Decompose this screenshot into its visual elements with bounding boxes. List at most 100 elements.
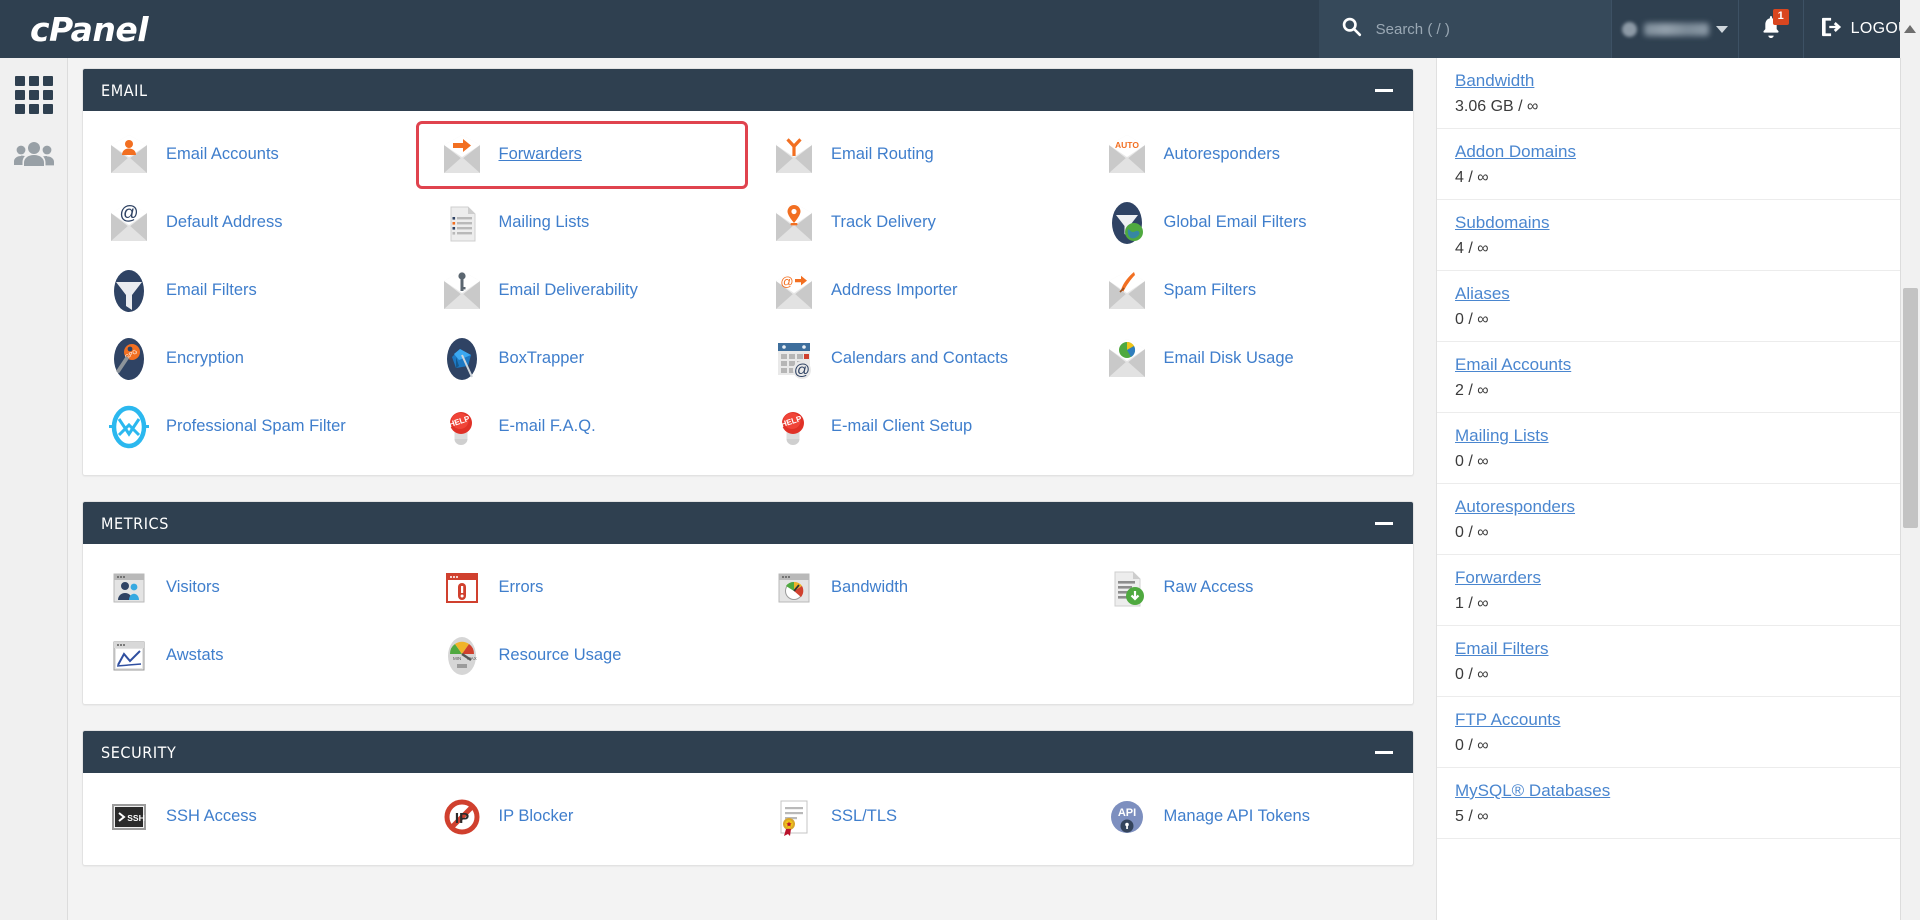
stat-label[interactable]: Forwarders <box>1455 568 1882 588</box>
tile-label: Email Filters <box>166 281 257 300</box>
section-panel-email: EMAIL Email Accounts Forwarders Email Ro… <box>82 68 1414 476</box>
tile-autoresponders[interactable]: AUTO Autoresponders <box>1081 121 1414 189</box>
tile-spam-filters[interactable]: Spam Filters <box>1081 257 1414 325</box>
sidebar-item-user-manager[interactable] <box>12 140 56 173</box>
user-manager-icon <box>13 140 54 173</box>
tile-label: Autoresponders <box>1163 145 1281 164</box>
svg-text:MAX: MAX <box>467 656 477 661</box>
tile-errors[interactable]: Errors <box>416 554 749 622</box>
stat-row: Addon Domains 4 / ∞ <box>1437 129 1900 200</box>
stat-value: 0 / ∞ <box>1455 666 1489 683</box>
page-scrollbar[interactable] <box>1900 58 1920 920</box>
stat-value: 4 / ∞ <box>1455 240 1489 257</box>
tile-label: Encryption <box>166 349 244 368</box>
stat-value: 3.06 GB / ∞ <box>1455 98 1539 115</box>
tile-e-mail-client-setup[interactable]: HELP E-mail Client Setup <box>748 393 1081 461</box>
tile-ip-blocker[interactable]: IP IP Blocker <box>416 783 749 851</box>
search-input[interactable]: Search ( / ) <box>1376 21 1450 38</box>
tile-bandwidth[interactable]: Bandwidth <box>748 554 1081 622</box>
list-document-icon <box>438 199 486 247</box>
bandwidth-gauge-icon <box>770 564 818 612</box>
collapse-section-button[interactable] <box>1375 88 1393 92</box>
avatar <box>1621 21 1637 37</box>
tile-email-accounts[interactable]: Email Accounts <box>83 121 416 189</box>
tile-encryption[interactable]: GPG Encryption <box>83 325 416 393</box>
tile-address-importer[interactable]: @ Address Importer <box>748 257 1081 325</box>
scrollbar-thumb[interactable] <box>1903 288 1918 528</box>
awstats-chart-icon <box>105 632 153 680</box>
tile-ssh-access[interactable]: SSH SSH Access <box>83 783 416 851</box>
tile-forwarders[interactable]: Forwarders <box>415 121 748 189</box>
funnel-icon <box>105 267 153 315</box>
tile-label: Calendars and Contacts <box>831 349 1009 368</box>
stat-label[interactable]: Bandwidth <box>1455 71 1882 91</box>
tile-ssl-tls[interactable]: SSL/TLS <box>748 783 1081 851</box>
stat-label[interactable]: FTP Accounts <box>1455 710 1882 730</box>
stat-row: Forwarders 1 / ∞ <box>1437 555 1900 626</box>
stat-row: FTP Accounts 0 / ∞ <box>1437 697 1900 768</box>
tile-email-filters[interactable]: Email Filters <box>83 257 416 325</box>
stat-label[interactable]: Subdomains <box>1455 213 1882 233</box>
stat-label[interactable]: Addon Domains <box>1455 142 1882 162</box>
stat-value: 0 / ∞ <box>1455 737 1489 754</box>
stat-value: 4 / ∞ <box>1455 169 1489 186</box>
stat-row: MySQL® Databases 5 / ∞ <box>1437 768 1900 839</box>
envelope-pin-icon <box>770 199 818 247</box>
stat-label[interactable]: Aliases <box>1455 284 1882 304</box>
stat-value: 1 / ∞ <box>1455 595 1489 612</box>
stat-label[interactable]: Autoresponders <box>1455 497 1882 517</box>
tile-manage-api-tokens[interactable]: API Manage API Tokens <box>1081 783 1414 851</box>
tile-label: IP Blocker <box>498 807 574 826</box>
search-icon <box>1341 16 1362 42</box>
svg-text:@: @ <box>794 362 810 379</box>
stat-label[interactable]: Email Accounts <box>1455 355 1882 375</box>
ip-blocker-icon: IP <box>438 793 486 841</box>
apps-grid-icon <box>14 76 53 114</box>
collapse-section-button[interactable] <box>1375 521 1393 525</box>
tile-label: Manage API Tokens <box>1163 807 1310 826</box>
tile-awstats[interactable]: Awstats <box>83 622 416 690</box>
main-content-area: EMAIL Email Accounts Forwarders Email Ro… <box>68 58 1436 920</box>
envelope-key-icon <box>438 267 486 315</box>
notifications-button[interactable]: 1 <box>1739 0 1804 58</box>
stat-label[interactable]: MySQL® Databases <box>1455 781 1882 801</box>
tile-default-address[interactable]: @ Default Address <box>83 189 416 257</box>
stat-value: 0 / ∞ <box>1455 524 1489 541</box>
tile-track-delivery[interactable]: Track Delivery <box>748 189 1081 257</box>
tile-email-routing[interactable]: Email Routing <box>748 121 1081 189</box>
section-body-metrics: Visitors Errors Bandwidth Raw Access Aws… <box>83 544 1413 704</box>
tile-calendars-and-contacts[interactable]: @ Calendars and Contacts <box>748 325 1081 393</box>
tile-label: Forwarders <box>498 145 582 164</box>
tile-resource-usage[interactable]: MIN MAX Resource Usage <box>416 622 749 690</box>
search-box[interactable]: Search ( / ) <box>1318 0 1611 58</box>
stats-sidebar: Bandwidth 3.06 GB / ∞ Addon Domains 4 / ∞ Su… <box>1436 58 1900 920</box>
envelope-person-icon <box>105 131 153 179</box>
tile-professional-spam-filter[interactable]: Professional Spam Filter <box>83 393 416 461</box>
svg-text:IP: IP <box>454 810 468 827</box>
tile-global-email-filters[interactable]: Global Email Filters <box>1081 189 1414 257</box>
stat-label[interactable]: Mailing Lists <box>1455 426 1882 446</box>
tile-email-disk-usage[interactable]: Email Disk Usage <box>1081 325 1414 393</box>
tile-raw-access[interactable]: Raw Access <box>1081 554 1414 622</box>
tile-email-deliverability[interactable]: Email Deliverability <box>416 257 749 325</box>
section-body-email: Email Accounts Forwarders Email Routing … <box>83 111 1413 475</box>
top-header-bar: cPanel Search ( / ) 1 LOGOUT <box>0 0 1920 58</box>
tile-mailing-lists[interactable]: Mailing Lists <box>416 189 749 257</box>
collapse-section-button[interactable] <box>1375 750 1393 754</box>
tile-visitors[interactable]: Visitors <box>83 554 416 622</box>
user-menu[interactable] <box>1610 0 1739 58</box>
stat-row: Bandwidth 3.06 GB / ∞ <box>1437 58 1900 129</box>
tile-boxtrapper[interactable]: BoxTrapper <box>416 325 749 393</box>
envelope-piechart-icon <box>1103 335 1151 383</box>
tile-label: Global Email Filters <box>1163 213 1307 232</box>
left-sidebar <box>0 58 68 920</box>
tile-label: E-mail Client Setup <box>831 417 973 436</box>
svg-text:SSH: SSH <box>127 813 144 823</box>
stat-label[interactable]: Email Filters <box>1455 639 1882 659</box>
stat-value: 0 / ∞ <box>1455 311 1489 328</box>
tile-e-mail-f-a-q[interactable]: HELP E-mail F.A.Q. <box>416 393 749 461</box>
sidebar-item-tools[interactable] <box>12 76 56 114</box>
svg-text:AUTO: AUTO <box>1115 140 1139 150</box>
tile-label: SSL/TLS <box>831 807 898 826</box>
scroll-up-button[interactable] <box>1900 0 1920 58</box>
